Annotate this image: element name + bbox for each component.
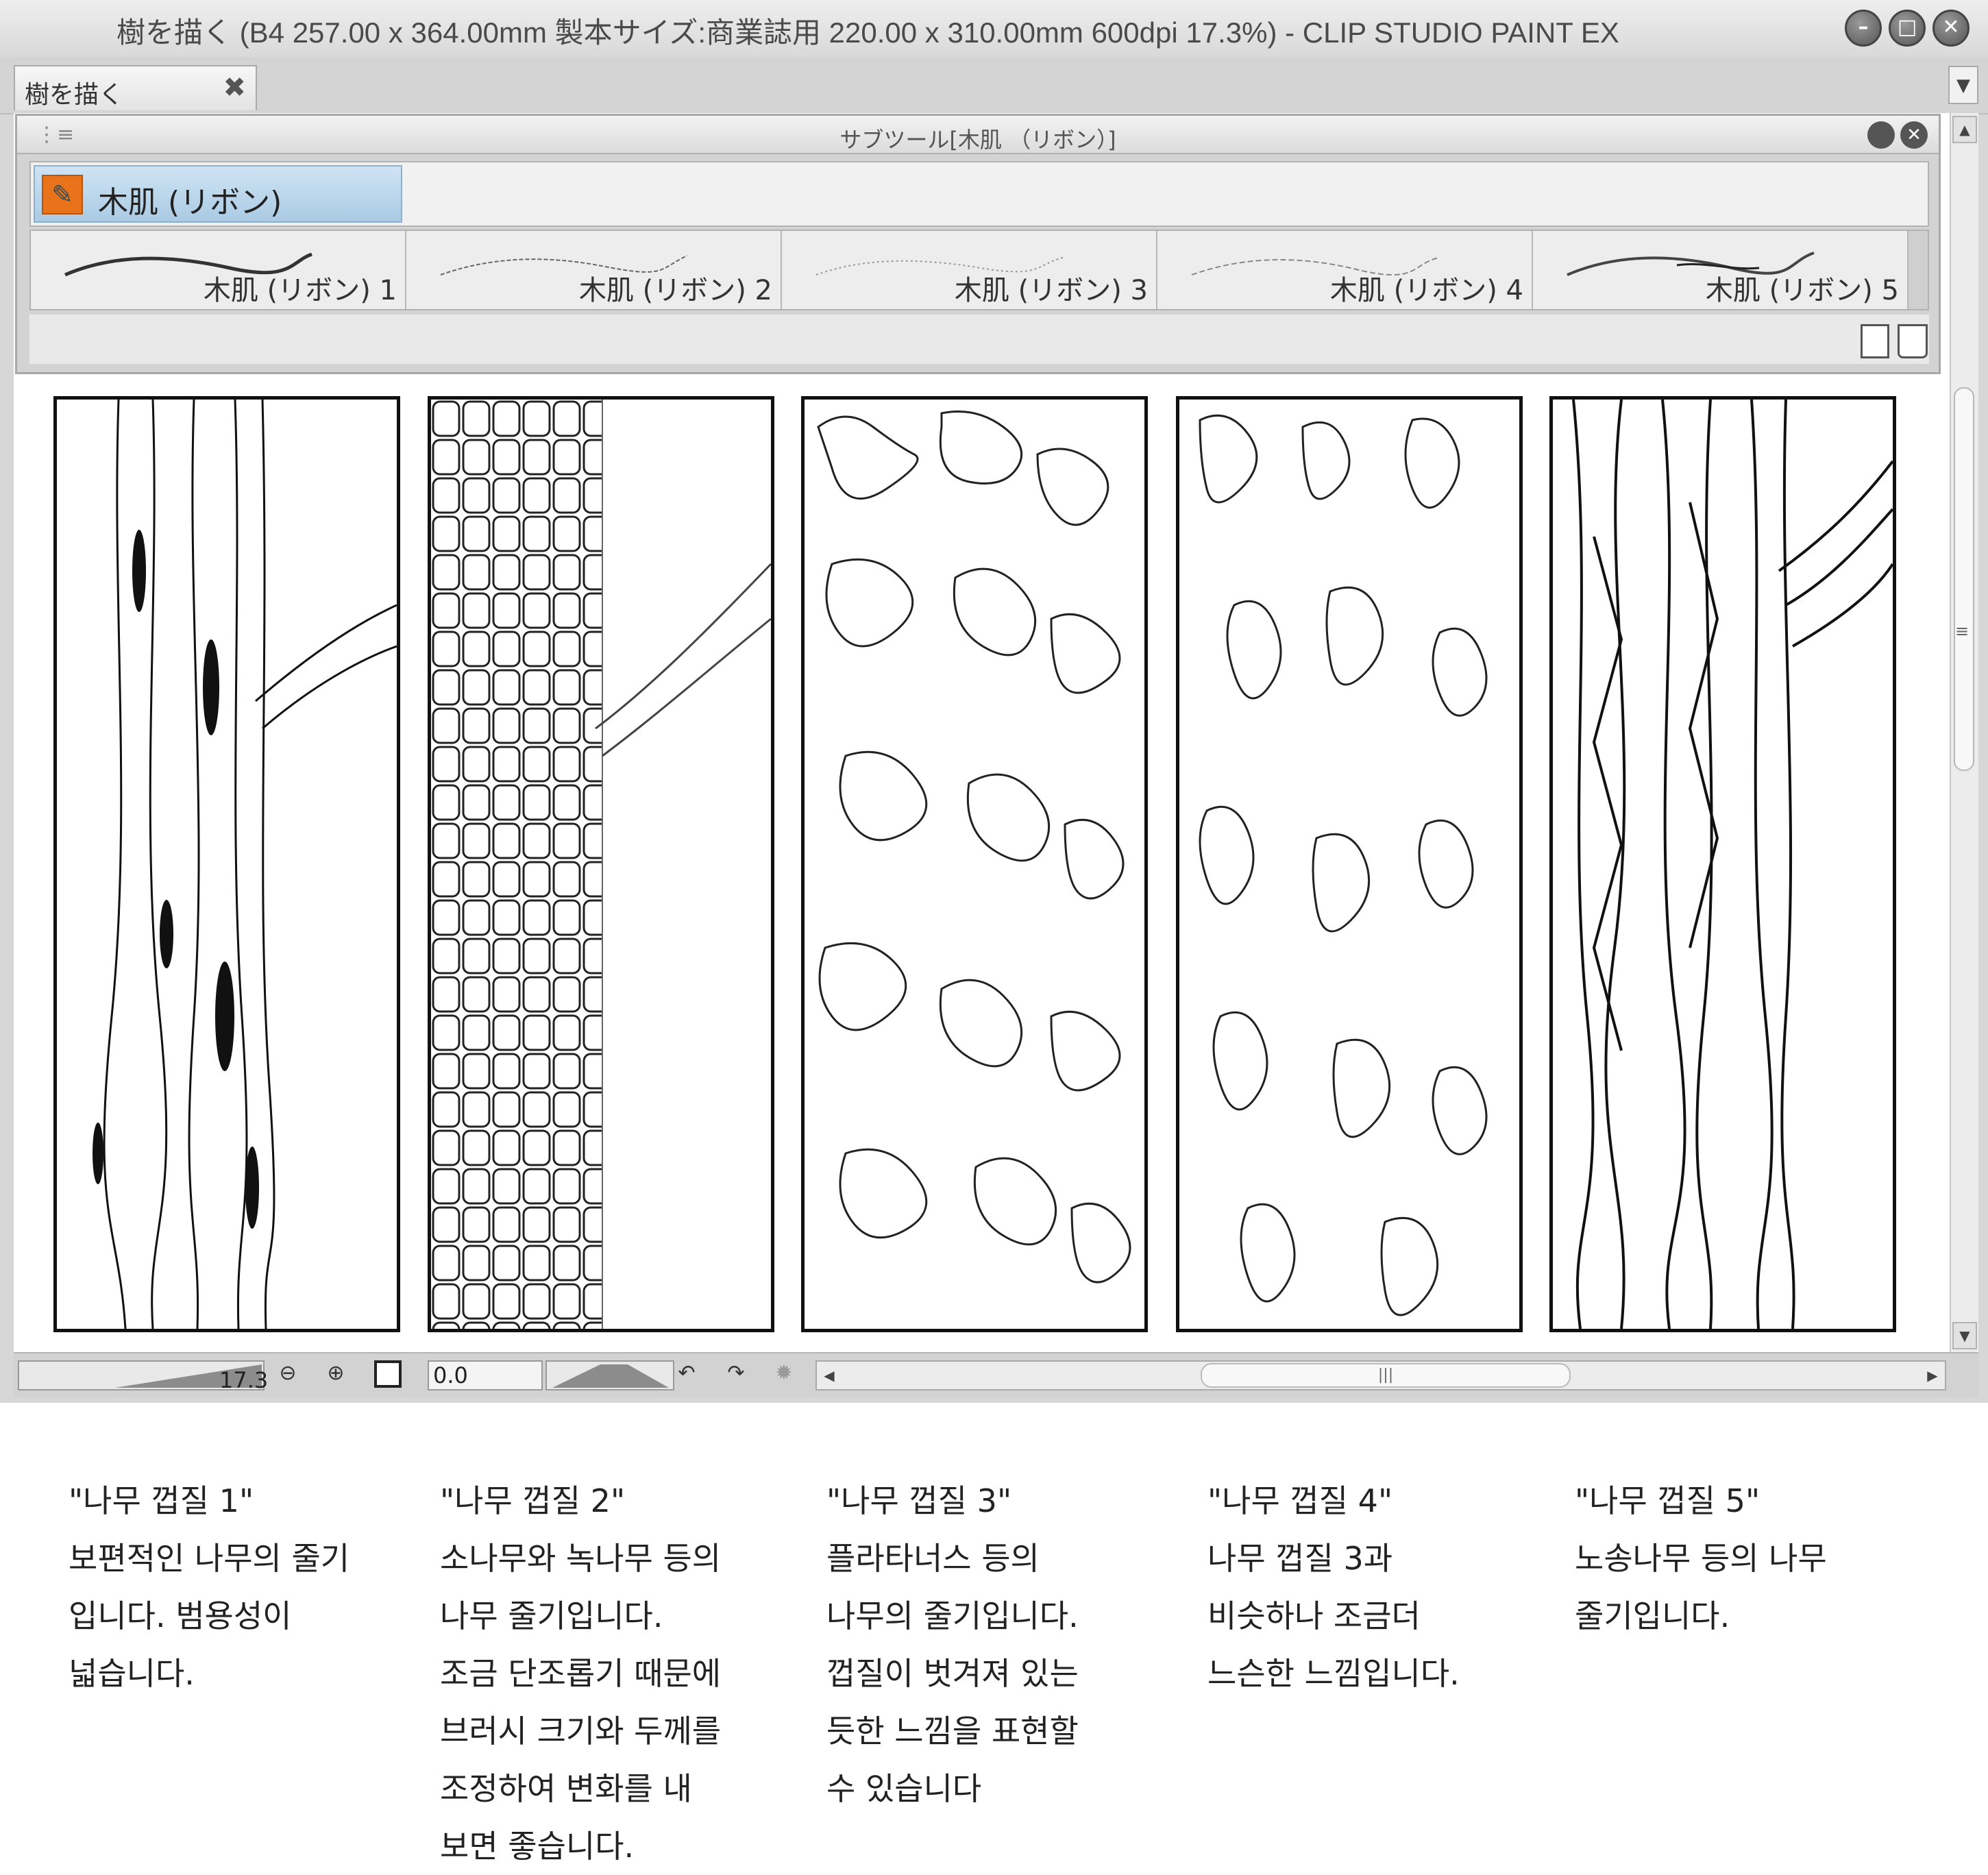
caption-title: "나무 껍질 5"	[1575, 1482, 1760, 1519]
maximize-button[interactable]: □	[1889, 10, 1926, 47]
sub-tool-group-tab[interactable]: ✎ 木肌 (リボン)	[34, 165, 402, 223]
scroll-right-icon[interactable]: ▶	[1922, 1363, 1943, 1388]
document-tab-bar: 樹を描く ✖	[0, 57, 1988, 114]
caption-3: "나무 껍질 3" 플라타너스 등의 나무의 줄기입니다. 껍질이 벗겨져 있는…	[826, 1472, 1079, 1817]
brush-item[interactable]: 木肌 (リボン) 3	[782, 231, 1157, 309]
vertical-scrollbar[interactable]: ▲ ≡ ▼	[1950, 113, 1978, 1352]
caption-line: 줄기입니다.	[1575, 1597, 1730, 1634]
caption-line: 수 있습니다	[826, 1770, 982, 1807]
scroll-down-icon[interactable]: ▼	[1952, 1322, 1977, 1349]
brush-list: 木肌 (リボン) 1 木肌 (リボン) 2 木肌 (リボン) 3 木肌 (リボン…	[29, 230, 1929, 310]
palette-title: サブツール[木肌 （リボン）]	[839, 127, 1116, 153]
close-button[interactable]: ✕	[1932, 10, 1969, 47]
caption-line: 보면 좋습니다.	[440, 1828, 635, 1865]
scroll-left-icon[interactable]: ◀	[818, 1363, 840, 1388]
caption-line: 껍질이 벗겨져 있는	[826, 1655, 1079, 1692]
rotation-ramp-left	[552, 1364, 600, 1388]
bark-texture-1-image	[93, 400, 397, 1329]
trash-icon[interactable]	[1898, 324, 1928, 358]
bark-sample-1	[53, 396, 400, 1332]
bark-sample-5	[1549, 396, 1896, 1332]
group-label: 木肌 (リボン)	[98, 185, 282, 220]
caption-line: 나무 줄기입니다.	[440, 1597, 663, 1634]
brush-label: 木肌 (リボン) 1	[203, 275, 397, 306]
rotate-right-icon[interactable]: ↷	[722, 1360, 750, 1388]
brush-label: 木肌 (リボン) 3	[954, 275, 1148, 306]
bark-sample-3	[801, 396, 1148, 1332]
caption-line: 느슨한 느낌입니다.	[1207, 1655, 1460, 1692]
caption-line: 노송나무 등의 나무	[1575, 1540, 1827, 1577]
caption-line: 나무의 줄기입니다.	[826, 1597, 1079, 1634]
reset-rotation-icon[interactable]: ✹	[770, 1360, 798, 1388]
caption-line: 조금 단조롭기 때문에	[440, 1655, 722, 1692]
sub-tool-group-row: ✎ 木肌 (リボン)	[29, 161, 1929, 227]
caption-1: "나무 껍질 1" 보편적인 나무의 줄기 입니다. 범용성이 넓습니다.	[69, 1472, 349, 1702]
tab-list-chevron-icon[interactable]: ▼	[1948, 66, 1978, 104]
zoom-value: 17.3	[219, 1367, 269, 1393]
brush-label: 木肌 (リボン) 2	[578, 275, 772, 306]
bark-brush-icon: ✎	[42, 175, 83, 215]
caption-5: "나무 껍질 5" 노송나무 등의 나무 줄기입니다.	[1575, 1472, 1827, 1645]
brush-label: 木肌 (リボン) 4	[1329, 275, 1523, 306]
brush-list-scrollbar[interactable]	[1909, 231, 1928, 309]
scroll-grip-icon: ≡	[1955, 622, 1969, 641]
sub-tool-palette: ⋮≡ サブツール[木肌 （リボン）] ✕ ✎ 木肌 (リボン) 木肌 (リボン)…	[15, 114, 1941, 374]
horizontal-scrollbar[interactable]: ◀ ||| ▶	[815, 1360, 1946, 1390]
caption-line: 입니다. 범용성이	[69, 1597, 292, 1634]
vertical-scroll-thumb[interactable]	[1954, 387, 1974, 771]
minimize-button[interactable]: –	[1845, 10, 1882, 47]
palette-close-button[interactable]: ✕	[1900, 121, 1928, 149]
caption-line: 넓습니다.	[69, 1655, 195, 1692]
document-tab[interactable]: 樹を描く ✖	[14, 65, 257, 110]
new-subtool-icon[interactable]	[1861, 324, 1889, 358]
caption-line: 나무 껍질 3과	[1207, 1540, 1393, 1577]
rotation-field[interactable]: 0.0	[428, 1360, 543, 1390]
bark-sample-2	[428, 396, 774, 1332]
title-bar: 樹を描く (B4 257.00 x 364.00mm 製本サイズ:商業誌用 22…	[0, 0, 1988, 57]
brush-item[interactable]: 木肌 (リボン) 1	[31, 231, 406, 309]
zoom-in-icon[interactable]: ⊕	[322, 1360, 349, 1388]
document-tab-label: 樹を描く	[25, 81, 124, 109]
palette-header: ⋮≡ サブツール[木肌 （リボン）] ✕	[17, 116, 1939, 154]
zoom-out-icon[interactable]: ⊖	[274, 1360, 302, 1388]
rotate-left-icon[interactable]: ↶	[673, 1360, 700, 1388]
brush-item[interactable]: 木肌 (リボン) 5	[1533, 231, 1909, 309]
caption-title: "나무 껍질 3"	[826, 1482, 1012, 1519]
caption-line: 비슷하나 조금더	[1207, 1597, 1421, 1634]
palette-footer	[29, 315, 1929, 364]
status-bar: 17.3 ⊖ ⊕ 0.0 ↶ ↷ ✹ ◀ ||| ▶	[14, 1352, 1978, 1397]
brush-item[interactable]: 木肌 (リボン) 4	[1157, 231, 1533, 309]
bark-texture-5-image	[1572, 400, 1893, 1329]
caption-2: "나무 껍질 2" 소나무와 녹나무 등의 나무 줄기입니다. 조금 단조롭기 …	[440, 1472, 721, 1875]
caption-title: "나무 껍질 4"	[1207, 1482, 1393, 1519]
palette-minimize-button[interactable]	[1867, 121, 1895, 149]
caption-line: 보편적인 나무의 줄기	[69, 1540, 350, 1577]
fit-screen-icon[interactable]	[374, 1360, 402, 1388]
bark-texture-4-image	[1199, 414, 1488, 1316]
caption-title: "나무 껍질 2"	[440, 1482, 626, 1519]
zoom-slider[interactable]: 17.3	[18, 1360, 269, 1393]
clip-studio-window: 樹を描く (B4 257.00 x 364.00mm 製本サイズ:商業誌用 22…	[0, 0, 1988, 1403]
caption-line: 듯한 느낌을 표현할	[826, 1713, 1079, 1750]
caption-4: "나무 껍질 4" 나무 껍질 3과 비슷하나 조금더 느슨한 느낌입니다.	[1207, 1472, 1460, 1702]
caption-line: 조정하여 변화를 내	[440, 1770, 692, 1807]
caption-title: "나무 껍질 1"	[69, 1482, 254, 1519]
caption-line: 소나무와 녹나무 등의	[440, 1540, 722, 1577]
tab-close-icon[interactable]: ✖	[223, 72, 246, 103]
rotation-slider[interactable]	[545, 1360, 674, 1390]
bark-texture-2-image	[431, 400, 771, 1329]
horizontal-scroll-thumb[interactable]: |||	[1201, 1363, 1571, 1388]
brush-item[interactable]: 木肌 (リボン) 2	[406, 231, 782, 309]
caption-line: 브러시 크기와 두께를	[440, 1713, 722, 1750]
bark-sample-4	[1176, 396, 1523, 1332]
brush-label: 木肌 (リボン) 5	[1705, 275, 1899, 306]
rotation-ramp-right	[600, 1364, 669, 1388]
scroll-up-icon[interactable]: ▲	[1952, 116, 1977, 143]
window-title: 樹を描く (B4 257.00 x 364.00mm 製本サイズ:商業誌用 22…	[116, 16, 1619, 49]
caption-line: 플라타너스 등의	[826, 1540, 1040, 1577]
bark-texture-3-image	[817, 410, 1131, 1284]
